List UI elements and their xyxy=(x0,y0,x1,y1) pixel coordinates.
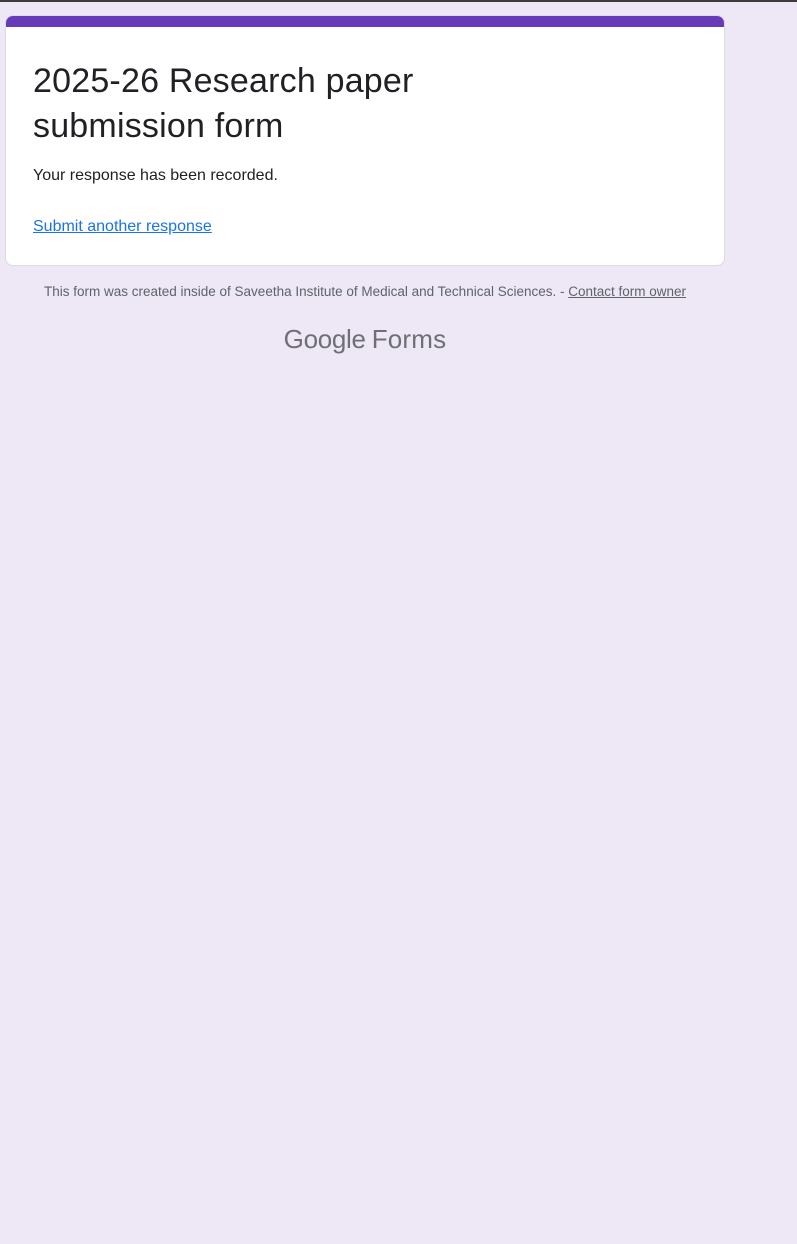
contact-form-owner-link[interactable]: Contact form owner xyxy=(568,284,686,299)
form-confirmation-card: 2025-26 Research paper submission form Y… xyxy=(5,15,725,266)
footer-note: This form was created inside of Saveetha… xyxy=(0,283,730,301)
form-title: 2025-26 Research paper submission form xyxy=(33,62,414,145)
card-accent-bar xyxy=(6,16,724,27)
google-wordmark: Google xyxy=(283,324,366,354)
confirmation-message: Your response has been recorded. xyxy=(33,167,278,184)
footer-created-inside-text: This form was created inside of Saveetha… xyxy=(43,284,569,299)
google-forms-logo[interactable]: Google Forms xyxy=(0,322,730,356)
forms-wordmark: Forms xyxy=(371,324,447,354)
submit-another-response-link[interactable]: Submit another response xyxy=(33,217,212,237)
browser-top-edge xyxy=(0,0,797,2)
